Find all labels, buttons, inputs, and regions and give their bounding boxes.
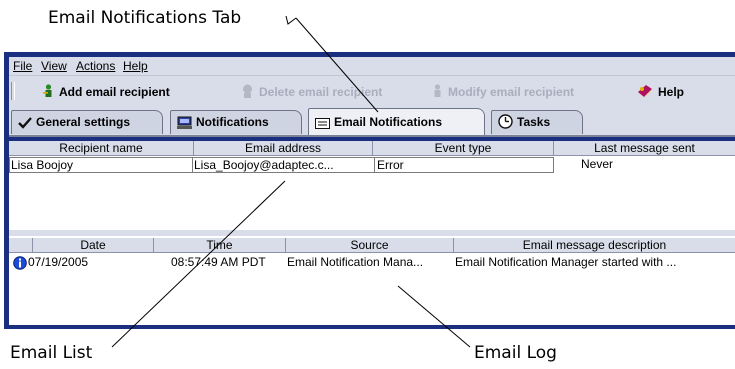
callout-leader-lines — [111, 15, 471, 348]
